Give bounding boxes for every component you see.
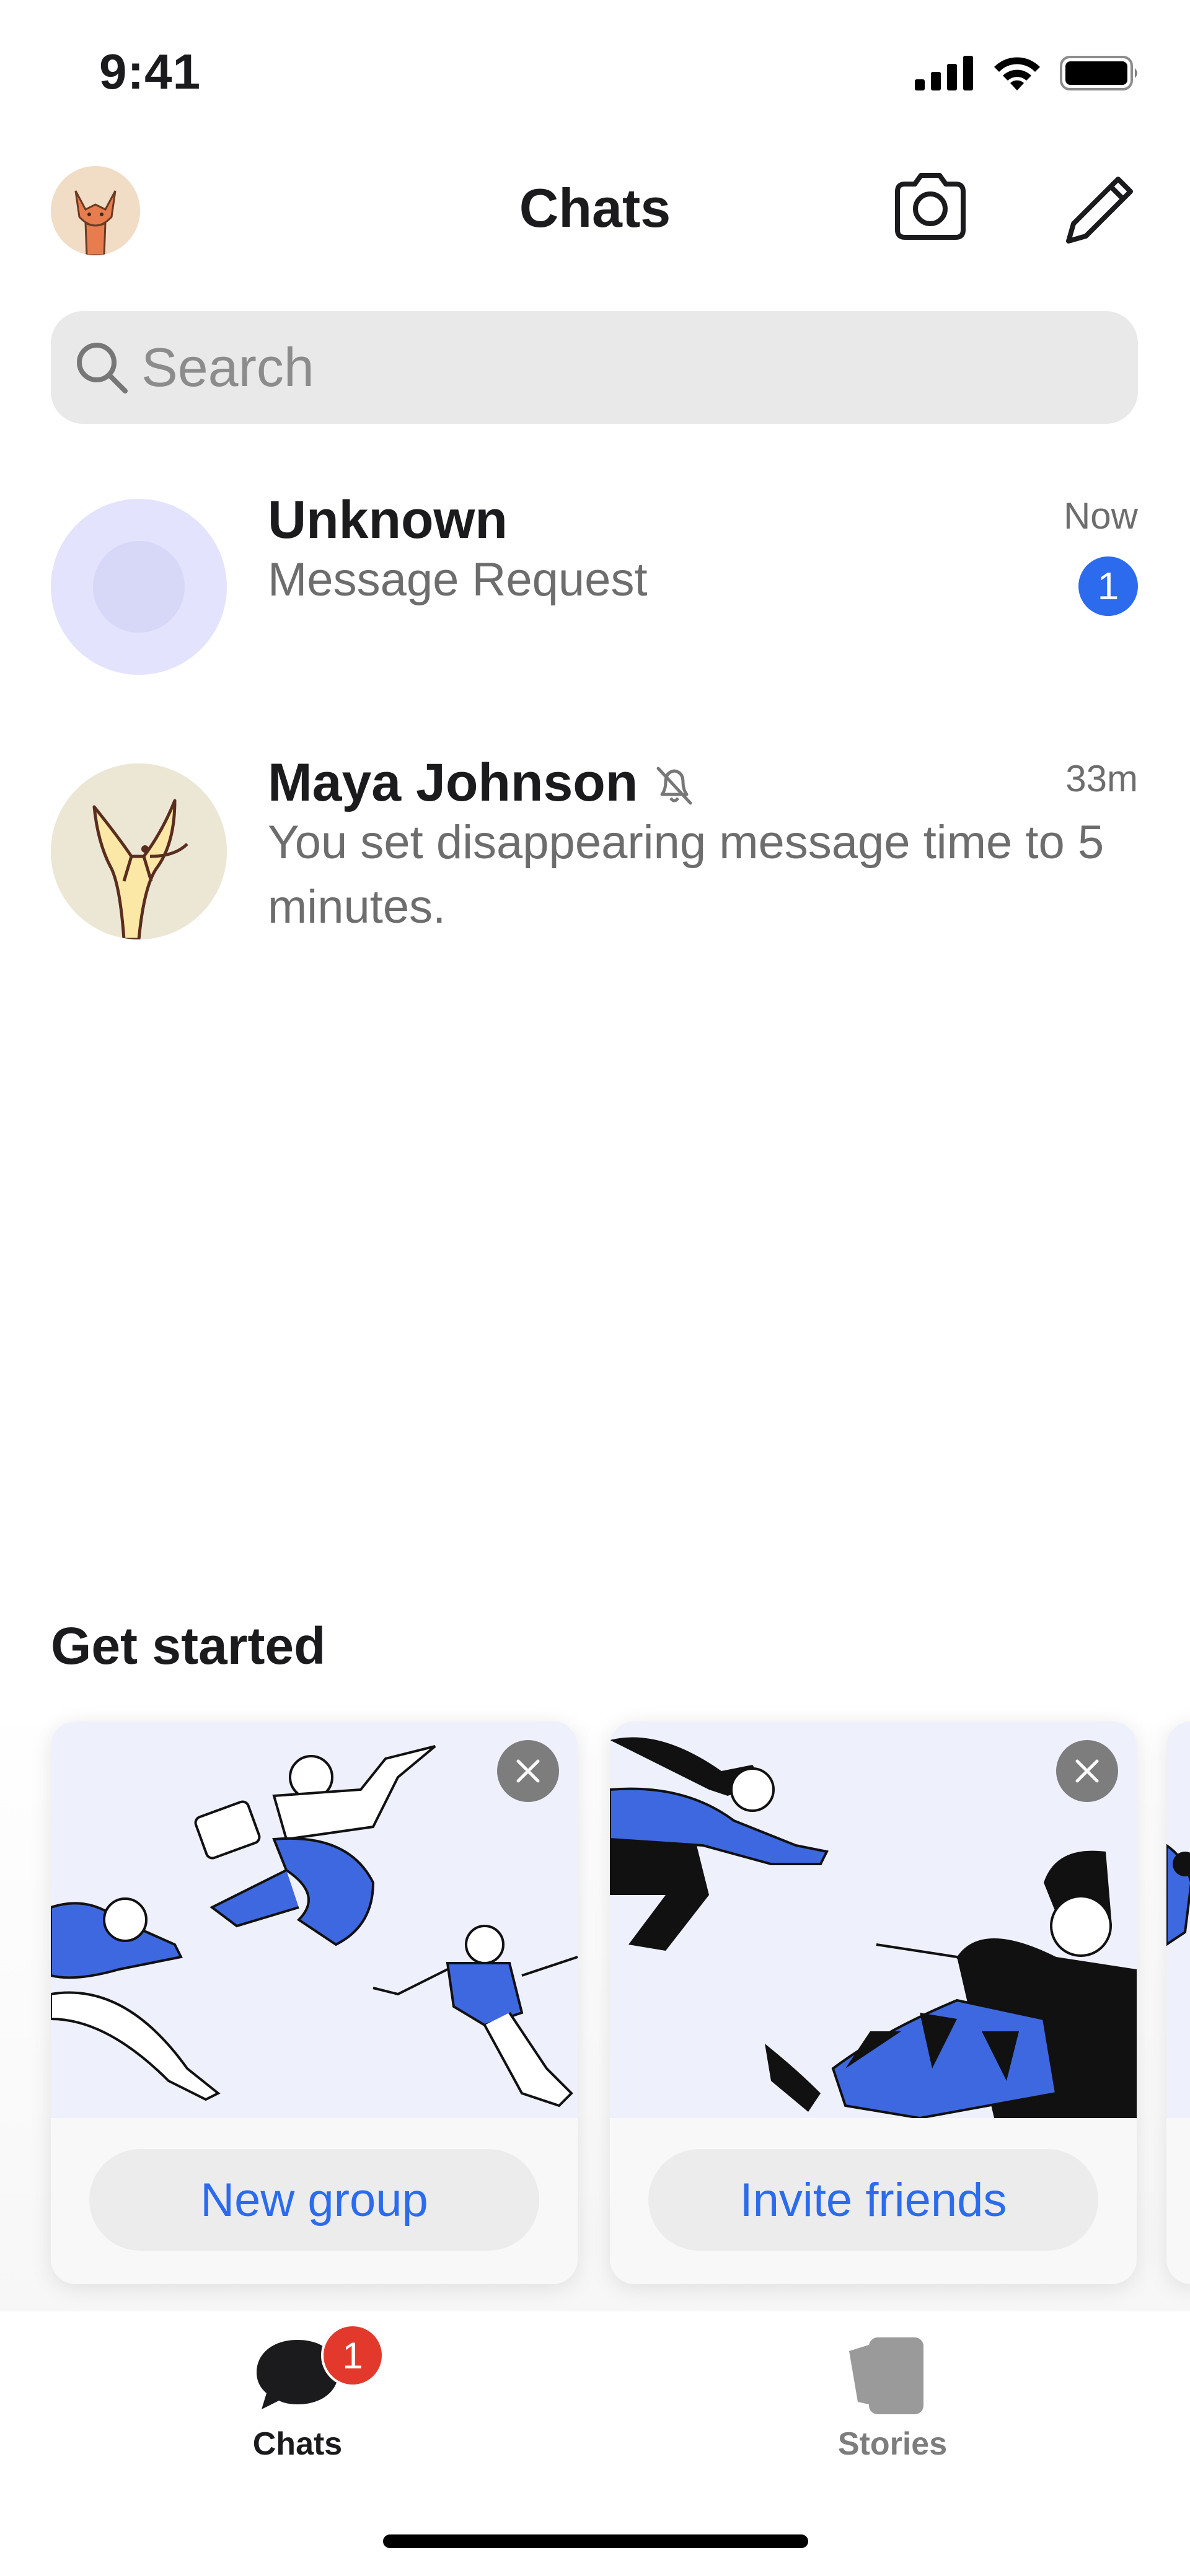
- status-icons: [915, 55, 1140, 92]
- wifi-icon: [994, 57, 1040, 90]
- get-started-title: Get started: [51, 1617, 326, 1675]
- close-icon: [516, 1759, 540, 1783]
- chat-row-unknown[interactable]: Unknown Now Message Request 1: [0, 490, 1190, 750]
- compose-pencil-icon: [1066, 177, 1133, 244]
- battery-icon: [1060, 56, 1137, 90]
- status-time: 9:41: [99, 44, 201, 99]
- search-input[interactable]: [140, 335, 1072, 400]
- chat-time: 33m: [1065, 758, 1138, 799]
- bell-muted-icon: [656, 767, 692, 805]
- invite-friends-button[interactable]: Invite friends: [648, 2149, 1098, 2251]
- cellular-signal-icon: [915, 56, 973, 90]
- chat-row-maya-johnson[interactable]: Maya Johnson 33m You set disappearing me…: [0, 752, 1190, 1013]
- page-title: Chats: [519, 177, 671, 239]
- dismiss-card-button[interactable]: [497, 1740, 559, 1802]
- new-group-button[interactable]: New group: [89, 2149, 539, 2251]
- tab-stories[interactable]: Stories: [595, 2311, 1190, 2497]
- unknown-avatar: [51, 499, 227, 675]
- chat-preview: You set disappearing message time to 5 m…: [268, 816, 1104, 933]
- chat-time: Now: [1063, 495, 1138, 537]
- invite-friends-card: Invite friends: [610, 1721, 1137, 2284]
- new-group-card: New group: [51, 1721, 578, 2284]
- tab-label: Stories: [837, 2426, 948, 2462]
- camera-icon: [895, 173, 966, 240]
- compose-button[interactable]: [1061, 170, 1139, 248]
- close-icon: [1075, 1759, 1099, 1783]
- dismiss-card-button[interactable]: [1056, 1740, 1118, 1802]
- tab-label: Chats: [252, 2426, 343, 2462]
- chat-name: Maya Johnson: [268, 753, 638, 812]
- unread-badge: 1: [1078, 556, 1138, 616]
- next-card-peek[interactable]: [1166, 1721, 1190, 2284]
- stories-icon: [849, 2337, 923, 2414]
- chat-preview: Message Request: [268, 553, 648, 606]
- home-indicator: [383, 2534, 808, 2548]
- tab-unread-badge: 1: [321, 2324, 384, 2387]
- search-icon: [77, 343, 128, 393]
- tab-chats[interactable]: 1 Chats: [0, 2311, 595, 2497]
- contact-avatar: [51, 763, 227, 939]
- chat-name: Unknown: [268, 490, 508, 550]
- search-bar[interactable]: [51, 311, 1138, 424]
- camera-button[interactable]: [891, 170, 969, 242]
